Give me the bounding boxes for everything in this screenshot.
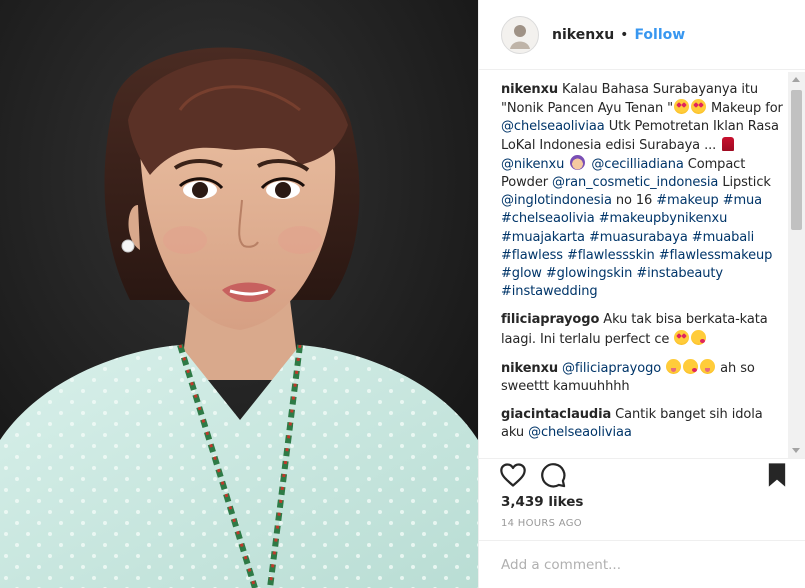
mention-link[interactable]: @ran_cosmetic_indonesia — [552, 175, 718, 190]
savoring-food-emoji-icon — [700, 358, 716, 374]
mention-link[interactable]: @inglotindonesia — [501, 193, 612, 208]
girl-hair-emoji-icon — [570, 154, 586, 170]
follow-button[interactable]: Follow — [634, 27, 685, 43]
bookmark-icon — [768, 463, 786, 487]
comment-item: nikenxu @filiciaprayogo ah so sweettt kam… — [501, 358, 786, 396]
likes-count[interactable]: 3,439 likes — [501, 494, 583, 510]
hashtag-link[interactable]: #instabeauty — [636, 266, 723, 281]
hashtag-link[interactable]: #flawless — [501, 248, 563, 263]
comment-button[interactable] — [539, 461, 567, 489]
comment-text: Makeup for — [707, 101, 783, 117]
comment-text — [564, 157, 568, 172]
mention-link[interactable]: @cecilliadiana — [591, 157, 683, 172]
hashtag-link[interactable]: #muabali — [692, 230, 755, 245]
post-header: nikenxu • Follow — [479, 0, 805, 70]
comment-text: no 16 — [611, 193, 657, 209]
add-comment-input[interactable] — [501, 557, 771, 573]
comment-item: giacintaclaudia Cantik banget sih idola a… — [501, 406, 786, 442]
hashtag-link[interactable]: #mua — [723, 193, 762, 208]
comment-item: nikenxu Kalau Bahasa Surabayanya itu "Non… — [501, 81, 786, 301]
comment-text: Lipstick — [718, 175, 771, 191]
heart-eyes-emoji-icon — [691, 99, 707, 115]
hashtag-link[interactable]: #makeupbynikenxu — [599, 211, 728, 226]
save-button[interactable] — [763, 461, 791, 489]
scroll-up-arrow-icon[interactable] — [792, 77, 800, 82]
avatar[interactable] — [501, 15, 539, 54]
mention-link[interactable]: @chelseaoliviaa — [501, 119, 605, 134]
hashtag-link[interactable]: #glowingskin — [546, 266, 633, 281]
post-timestamp[interactable]: 14 HOURS AGO — [501, 518, 582, 529]
comment-list: nikenxu Kalau Bahasa Surabayanya itu "Non… — [501, 81, 786, 451]
comment-text — [661, 361, 665, 376]
mention-link[interactable]: @nikenxu — [501, 157, 564, 172]
post-side-panel: nikenxu • Follow nikenxu Kalau Bahasa Sur… — [478, 0, 805, 588]
comment-username[interactable]: nikenxu — [501, 361, 558, 376]
blowing-kiss-emoji-icon — [691, 329, 707, 345]
heart-outline-icon — [500, 463, 526, 487]
separator-dot: • — [620, 26, 629, 43]
hashtag-link[interactable]: #chelseaolivia — [501, 211, 595, 226]
hashtag-link[interactable]: #flawlessmakeup — [659, 248, 773, 263]
mention-link[interactable]: @filiciaprayogo — [562, 361, 661, 376]
portrait-illustration — [0, 0, 478, 588]
comment-username[interactable]: nikenxu — [501, 82, 558, 97]
hashtag-link[interactable]: #flawlessskin — [567, 248, 655, 263]
add-comment-section — [479, 540, 805, 588]
savoring-food-emoji-icon — [666, 358, 682, 374]
hashtag-link[interactable]: #muasurabaya — [589, 230, 688, 245]
speech-bubble-icon — [541, 463, 566, 488]
scroll-thumb[interactable] — [791, 90, 802, 230]
heart-eyes-emoji-icon — [674, 99, 690, 115]
hashtag-link[interactable]: #makeup — [656, 193, 718, 208]
comment-username[interactable]: filiciaprayogo — [501, 312, 599, 327]
scroll-down-arrow-icon[interactable] — [792, 448, 800, 453]
like-button[interactable] — [499, 461, 527, 489]
comment-username[interactable]: giacintaclaudia — [501, 407, 611, 422]
hashtag-link[interactable]: #instawedding — [501, 284, 598, 299]
hashtag-link[interactable]: #glow — [501, 266, 542, 281]
post-photo[interactable] — [0, 0, 478, 588]
comment-scrollbar[interactable] — [788, 72, 805, 458]
mention-link[interactable]: @chelseaoliviaa — [528, 425, 632, 440]
blowing-kiss-emoji-icon — [683, 358, 699, 374]
heart-eyes-emoji-icon — [674, 329, 690, 345]
avatar-illustration — [510, 24, 530, 49]
post-owner-username[interactable]: nikenxu — [552, 27, 614, 43]
action-bar — [479, 458, 805, 488]
hashtag-link[interactable]: #muajakarta — [501, 230, 585, 245]
lipstick-emoji-icon — [722, 136, 735, 151]
comment-item: filiciaprayogo Aku tak bisa berkata-kata … — [501, 311, 786, 348]
